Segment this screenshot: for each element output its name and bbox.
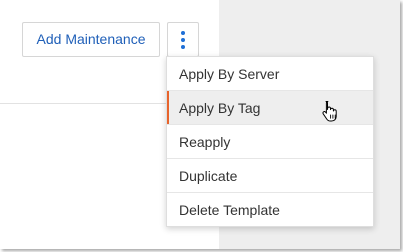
menu-item-reapply[interactable]: Reapply [167,125,373,159]
screenshot-frame: Add Maintenance Apply By Server Apply By… [0,0,400,249]
menu-item-delete-template[interactable]: Delete Template [167,193,373,228]
menu-item-label: Delete Template [179,202,280,218]
more-options-button[interactable] [167,22,199,57]
menu-item-label: Duplicate [179,168,238,184]
hand-pointer-icon [322,101,337,122]
menu-item-apply-by-server[interactable]: Apply By Server [167,57,373,91]
actions-menu: Apply By Server Apply By Tag Reapply Dup… [166,56,374,227]
menu-item-duplicate[interactable]: Duplicate [167,159,373,193]
add-maintenance-button[interactable]: Add Maintenance [22,22,160,57]
menu-item-label: Apply By Tag [179,100,261,116]
menu-item-apply-by-tag[interactable]: Apply By Tag [167,91,373,125]
menu-item-label: Reapply [179,134,231,150]
menu-item-label: Apply By Server [179,66,280,82]
